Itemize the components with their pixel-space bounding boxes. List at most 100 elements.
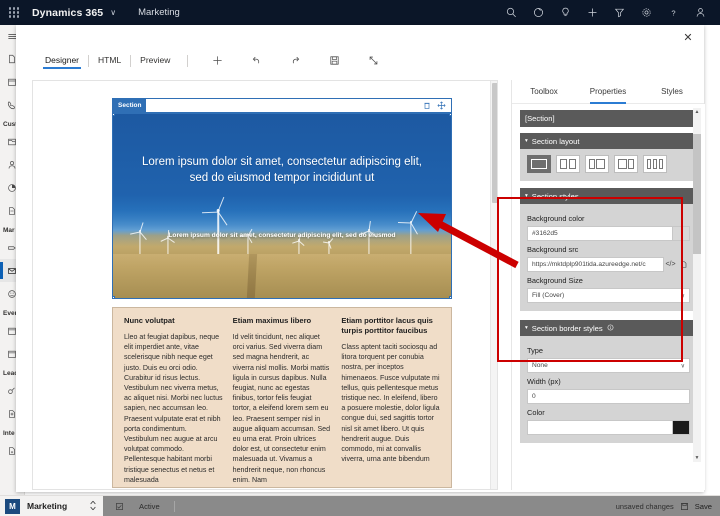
resize-handle[interactable] [113, 296, 115, 298]
status-bar: M Marketing Active unsaved changes Save [0, 495, 720, 516]
column-body: Class aptent taciti sociosqu ad litora t… [341, 343, 440, 464]
file-picker-icon[interactable] [677, 257, 690, 272]
email-designer-modal: ✕ Designer HTML Preview Section Lorem ip… [16, 25, 705, 492]
code-icon[interactable]: </> [664, 257, 677, 272]
delete-section-icon[interactable] [423, 97, 431, 115]
background-size-label: Background Size [527, 276, 583, 285]
canvas-scrollbar[interactable] [490, 81, 497, 489]
column-body: Id velit tincidunt, nec aliquet orci var… [232, 333, 331, 484]
move-section-icon[interactable] [437, 97, 446, 115]
brand-chevron-down-icon[interactable]: ∨ [110, 8, 116, 17]
three-column-section[interactable]: Nunc volutpat Lleo at feugiat dapibus, n… [112, 307, 452, 488]
border-color-row [527, 420, 690, 435]
section-styles-body: Background color #3162d5 Background src … [520, 204, 697, 311]
tab-properties[interactable]: Properties [576, 80, 640, 104]
background-color-input[interactable]: #3162d5 [527, 226, 673, 241]
chevron-down-icon: ▾ [525, 325, 528, 331]
hero-headline: Lorem ipsum dolor sit amet, consectetur … [142, 156, 422, 184]
border-color-swatch[interactable] [673, 420, 690, 435]
status-divider [173, 501, 175, 512]
fullscreen-button[interactable] [361, 50, 386, 71]
hero-subheadline: Lorem ipsum dolor sit amet, consectetur … [168, 232, 396, 239]
column-block[interactable]: Etiam maximus libero Id velit tincidunt,… [228, 316, 337, 487]
lightbulb-icon[interactable] [552, 0, 579, 25]
background-size-value: Fill (Cover) [532, 292, 565, 299]
border-color-label: Color [527, 408, 545, 417]
chevron-down-icon: ▾ [525, 193, 528, 199]
assistant-icon[interactable] [525, 0, 552, 25]
hero-banner[interactable]: Lorem ipsum dolor sit amet, consectetur … [112, 113, 452, 299]
settings-gear-icon[interactable] [633, 0, 660, 25]
section-layout-body [520, 149, 697, 181]
background-src-row: https://mktdplp901tida.azureedge.net/c <… [527, 257, 690, 272]
close-icon[interactable]: ✕ [678, 29, 698, 47]
search-icon[interactable] [498, 0, 525, 25]
save-state-icon [115, 502, 124, 511]
section-styles-title: Section styles [531, 191, 579, 201]
tab-toolbox[interactable]: Toolbox [512, 80, 576, 104]
layout-3-column[interactable] [643, 155, 667, 173]
selected-section[interactable]: Section Lorem ipsum dolor sit amet, cons… [112, 98, 452, 299]
background-size-select[interactable]: Fill (Cover) ∨ [527, 288, 690, 303]
toolbar-divider [130, 54, 132, 67]
brand-title: Dynamics 365 [32, 6, 104, 19]
tab-preview[interactable]: Preview [133, 50, 177, 71]
background-src-input[interactable]: https://mktdplp901tida.azureedge.net/c [527, 257, 664, 272]
border-color-input[interactable] [527, 420, 673, 435]
waffle-grid-icon[interactable] [0, 0, 28, 25]
properties-panel-tabs: Toolbox Properties Styles [512, 80, 704, 104]
column-block[interactable]: Etiam porttitor lacus quis turpis portti… [336, 316, 445, 487]
layout-2-column-equal[interactable] [556, 155, 580, 173]
undo-button[interactable] [244, 50, 269, 71]
redo-button[interactable] [283, 50, 308, 71]
record-status-label: Active [139, 502, 160, 511]
designer-toolbar: Designer HTML Preview [16, 47, 704, 74]
resize-handle[interactable] [113, 114, 115, 116]
save-disk-icon[interactable] [680, 498, 689, 516]
layout-2-column-left[interactable] [585, 155, 609, 173]
top-navigation-bar: Dynamics 365 ∨ Marketing ? [0, 0, 720, 25]
filter-icon[interactable] [606, 0, 633, 25]
help-icon[interactable]: ? [660, 0, 687, 25]
chevron-down-icon: ∨ [680, 363, 685, 369]
border-width-input[interactable]: 0 [527, 389, 690, 404]
section-layout-header[interactable]: ▾ Section layout [520, 133, 697, 149]
chevron-down-icon: ▾ [525, 138, 528, 144]
save-button[interactable] [322, 50, 347, 71]
save-button[interactable]: Save [695, 502, 712, 511]
app-switcher-chevron-icon[interactable] [89, 500, 97, 513]
turbine-decoration [359, 221, 378, 258]
canvas-scrollbar-thumb[interactable] [492, 83, 497, 203]
tab-html[interactable]: HTML [91, 50, 128, 71]
add-element-button[interactable] [205, 50, 230, 71]
email-canvas[interactable]: Section Lorem ipsum dolor sit amet, cons… [32, 80, 498, 490]
resize-handle[interactable] [449, 114, 451, 116]
properties-scrollbar-thumb[interactable] [693, 134, 701, 254]
background-color-swatch[interactable] [673, 226, 690, 241]
border-type-select[interactable]: None ∨ [527, 358, 690, 373]
turbine-decoration [130, 222, 149, 258]
layout-2-column-right[interactable] [614, 155, 638, 173]
user-account-icon[interactable] [687, 0, 714, 25]
field-ground [113, 254, 451, 298]
layout-1-column[interactable] [527, 155, 551, 173]
scroll-up-icon[interactable]: ▲ [693, 108, 701, 116]
top-nav-actions: ? [498, 0, 720, 25]
add-icon[interactable] [579, 0, 606, 25]
tab-designer[interactable]: Designer [38, 50, 86, 71]
column-title: Nunc volutpat [124, 316, 175, 325]
section-border-styles-header[interactable]: ▾ Section border styles [520, 320, 697, 336]
resize-handle[interactable] [449, 296, 451, 298]
info-icon[interactable] [607, 324, 614, 333]
column-block[interactable]: Nunc volutpat Lleo at feugiat dapibus, n… [119, 316, 228, 487]
properties-scrollbar[interactable]: ▲ ▼ [693, 108, 701, 462]
layout-options [527, 155, 690, 173]
background-color-label: Background color [527, 214, 585, 223]
section-selection-toolbar: Section [112, 98, 452, 113]
email-body: Section Lorem ipsum dolor sit amet, cons… [33, 81, 497, 489]
scroll-down-icon[interactable]: ▼ [693, 454, 701, 462]
tab-styles[interactable]: Styles [640, 80, 704, 104]
section-styles-header[interactable]: ▾ Section styles [520, 188, 697, 204]
properties-panel-body: [Section] ▾ Section layout ▾ Section sty… [512, 104, 705, 490]
column-title: Etiam porttitor lacus quis turpis portti… [341, 316, 433, 335]
